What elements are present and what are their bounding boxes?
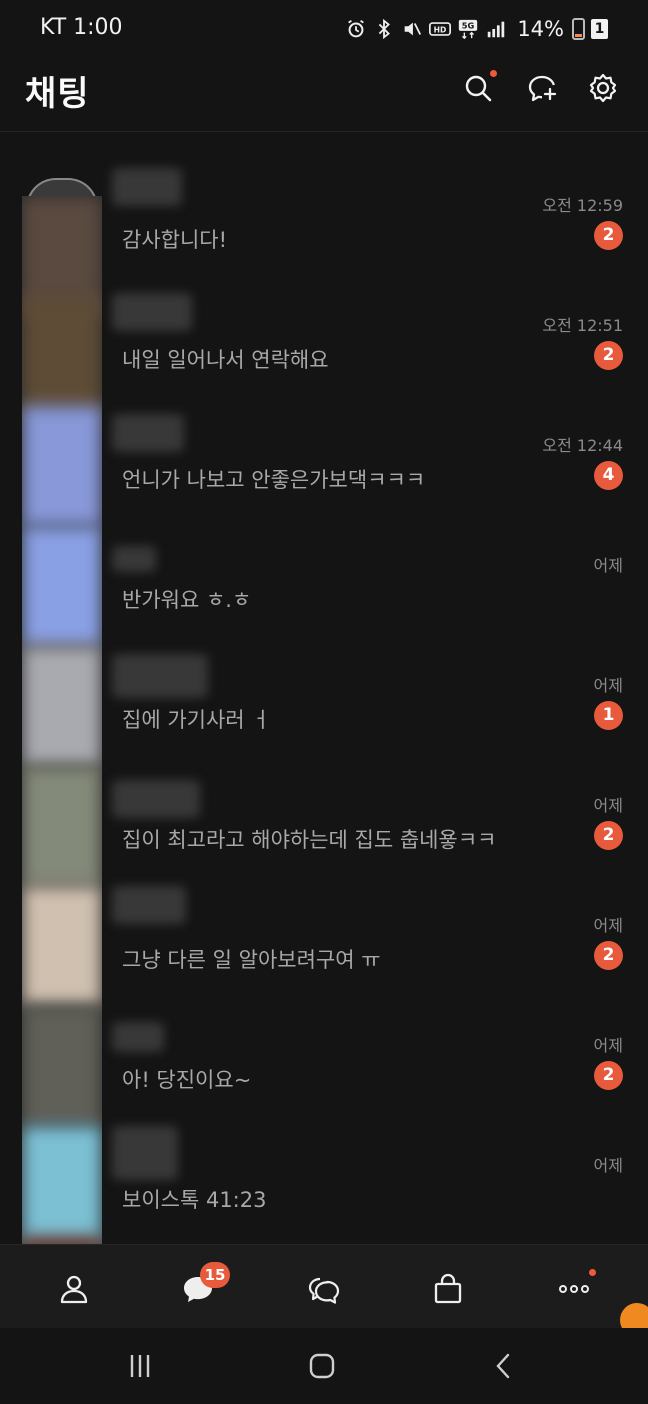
tab-openchat[interactable] <box>300 1265 348 1313</box>
app-header: 채팅 <box>0 58 648 132</box>
home-button[interactable] <box>302 1350 342 1382</box>
chat-preview: 아! 당진이요~ <box>122 1068 252 1092</box>
openchat-icon <box>308 1277 340 1304</box>
bluetooth-icon <box>379 18 391 40</box>
chat-name-redacted <box>112 414 184 452</box>
chat-time: 어제 <box>593 1036 623 1055</box>
chat-time: 어제 <box>593 676 623 695</box>
unread-badge: 2 <box>594 341 623 370</box>
mute-icon <box>404 22 422 36</box>
avatar <box>22 646 102 766</box>
chat-name-redacted <box>112 654 208 698</box>
chat-preview: 보이스톡 41:23 <box>122 1188 267 1212</box>
chat-time: 오전 12:51 <box>542 316 623 335</box>
avatar <box>22 526 102 646</box>
shopping-icon <box>434 1273 462 1304</box>
alarm-icon <box>348 19 365 38</box>
chat-preview: 그냥 다른 일 알아보려구여 ㅠ <box>122 948 381 972</box>
status-bar: KT 1:00 HD 5G 14% 1 <box>0 0 648 58</box>
screen: KT 1:00 HD 5G 14% 1 채팅 감사합니다! 오전 12:59 2… <box>0 0 648 1404</box>
chat-time: 어제 <box>593 556 623 575</box>
settings-icon <box>589 73 617 103</box>
chat-name-redacted <box>112 1126 178 1180</box>
chat-time: 오전 12:59 <box>542 196 623 215</box>
tab-shopping[interactable] <box>424 1265 472 1313</box>
chat-name-redacted <box>112 1022 164 1052</box>
svg-text:HD: HD <box>434 25 447 34</box>
chat-preview: 집이 최고라고 해야하는데 집도 춥네욯ㅋㅋ <box>122 828 497 852</box>
tab-friends[interactable] <box>50 1265 98 1313</box>
unread-badge: 1 <box>594 701 623 730</box>
avatar <box>22 1126 102 1246</box>
chat-time: 오전 12:44 <box>542 436 623 455</box>
chat-preview: 반가워요 ㅎ.ㅎ <box>122 588 252 612</box>
avatar <box>22 766 102 886</box>
recents-button[interactable] <box>120 1350 160 1382</box>
search-button[interactable] <box>458 68 498 108</box>
home-icon <box>309 1353 335 1379</box>
unread-badge: 4 <box>594 461 623 490</box>
hd-icon: HD <box>429 22 452 36</box>
recents-icon <box>130 1355 150 1377</box>
notification-count-badge: 1 <box>591 19 608 39</box>
new-chat-icon <box>528 75 557 102</box>
avatar <box>22 886 102 1006</box>
chat-time: 어제 <box>593 1156 623 1175</box>
chat-name-redacted <box>112 546 156 572</box>
avatar <box>22 406 102 526</box>
friends-icon <box>60 1275 88 1304</box>
signal-icon <box>488 21 505 38</box>
battery-percent: 14% <box>517 17 564 41</box>
tab-more[interactable] <box>550 1265 598 1313</box>
avatar-column-redacted <box>22 196 102 1276</box>
new-indicator-dot <box>490 70 497 77</box>
chat-preview: 집에 가기사러 ㅓ <box>122 708 271 732</box>
system-nav-bar <box>0 1328 648 1404</box>
5g-icon: 5G <box>459 19 478 40</box>
chat-time: 어제 <box>593 796 623 815</box>
chat-preview: 감사합니다! <box>122 228 228 252</box>
svg-text:5G: 5G <box>462 21 475 31</box>
chat-name-redacted <box>112 886 186 924</box>
chat-name-redacted <box>112 780 200 818</box>
chat-name-redacted <box>112 168 182 206</box>
battery-icon <box>572 18 585 40</box>
unread-badge: 2 <box>594 1061 623 1090</box>
back-button[interactable] <box>484 1350 524 1382</box>
page-title: 채팅 <box>25 74 90 114</box>
settings-button[interactable] <box>583 68 623 108</box>
unread-badge: 2 <box>594 941 623 970</box>
chat-preview: 내일 일어나서 연락해요 <box>122 348 329 372</box>
status-icons: HD 5G 14% 1 <box>345 14 608 44</box>
avatar <box>22 296 102 416</box>
chats-unread-badge: 15 <box>200 1262 230 1288</box>
avatar <box>22 1006 102 1126</box>
chat-time: 어제 <box>593 916 623 935</box>
chat-name-redacted <box>112 293 192 331</box>
carrier-time: KT 1:00 <box>40 15 123 40</box>
back-icon <box>496 1353 510 1379</box>
new-indicator-dot <box>589 1269 596 1276</box>
unread-badge: 2 <box>594 221 623 250</box>
more-icon <box>559 1285 589 1293</box>
new-chat-button[interactable] <box>522 68 562 108</box>
unread-badge: 2 <box>594 821 623 850</box>
chat-preview: 언니가 나보고 안좋은가보댁ㅋㅋㅋ <box>122 468 426 492</box>
bottom-nav: 15 <box>0 1244 648 1337</box>
search-icon <box>465 75 492 102</box>
